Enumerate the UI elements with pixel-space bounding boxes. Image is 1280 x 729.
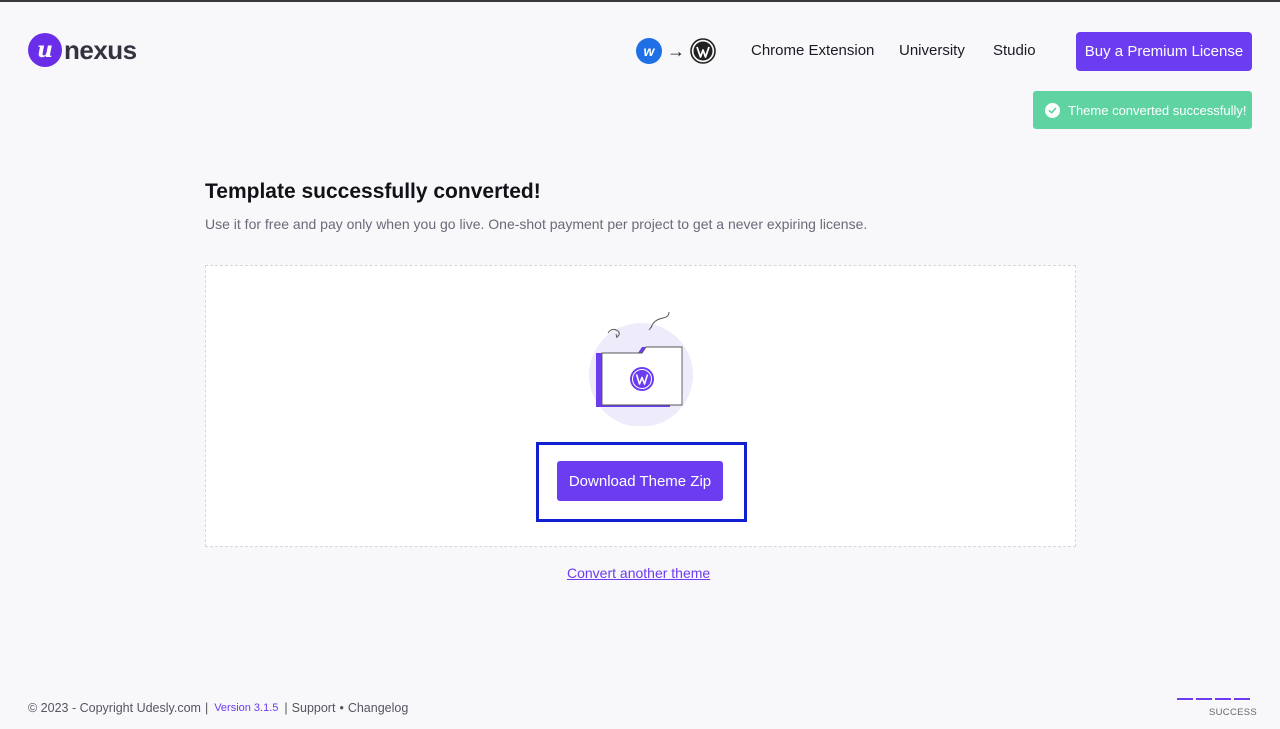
buy-premium-license-button[interactable]: Buy a Premium License — [1076, 32, 1252, 71]
wordpress-folder-icon — [589, 311, 693, 426]
progress-steps — [1177, 698, 1250, 700]
webflow-icon: w — [636, 38, 662, 64]
progress-step — [1177, 698, 1193, 700]
wordpress-icon — [690, 38, 716, 64]
logo[interactable]: u nexus — [28, 33, 137, 67]
page-title: Template successfully converted! — [205, 180, 541, 203]
convert-another-theme-link[interactable]: Convert another theme — [567, 565, 710, 581]
progress-label: SUCCESS — [1209, 707, 1258, 718]
toast-message: Theme converted successfully! — [1068, 102, 1247, 118]
footer-version-link[interactable]: Version 3.1.5 — [214, 702, 278, 714]
logo-text: nexus — [64, 34, 137, 65]
footer-divider-2: | — [284, 701, 288, 715]
progress-step — [1215, 698, 1231, 700]
download-card: Download Theme Zip — [205, 265, 1076, 547]
check-circle-icon — [1045, 102, 1060, 118]
footer-divider: | — [204, 701, 209, 715]
download-theme-zip-button[interactable]: Download Theme Zip — [557, 461, 723, 501]
nav-chrome-extension[interactable]: Chrome Extension — [751, 42, 874, 59]
progress-step — [1234, 698, 1250, 700]
footer-copyright: © 2023 - Copyright Udesly.com — [28, 701, 201, 715]
converter-indicator: w → — [636, 38, 716, 64]
logo-badge: u — [28, 33, 62, 67]
arrow-right-icon: → — [667, 41, 685, 61]
footer-changelog-link[interactable]: Changelog — [348, 701, 408, 715]
footer-support-link[interactable]: Support — [292, 701, 336, 715]
page-subtitle: Use it for free and pay only when you go… — [205, 216, 868, 232]
nav-university[interactable]: University — [899, 42, 965, 59]
footer: © 2023 - Copyright Udesly.com | Version … — [28, 701, 408, 715]
progress-step — [1196, 698, 1212, 700]
nav-studio[interactable]: Studio — [993, 42, 1036, 59]
footer-dot: • — [339, 701, 344, 715]
success-toast: Theme converted successfully! — [1033, 91, 1252, 129]
